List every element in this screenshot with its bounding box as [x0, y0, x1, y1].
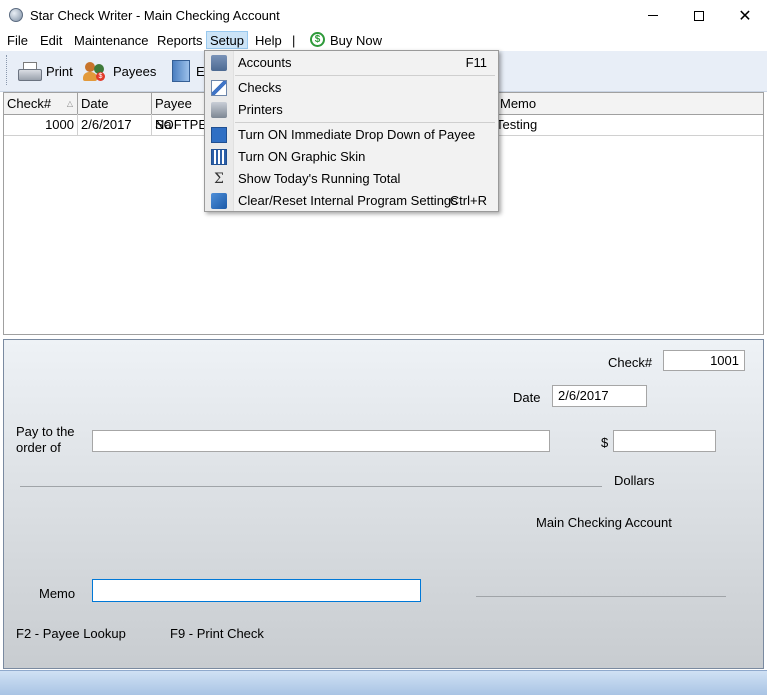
memo-label: Memo: [39, 586, 76, 601]
check-number-label: Check#: [608, 355, 653, 370]
pay-to-label-line1: Pay to the: [16, 424, 75, 439]
print-button[interactable]: Print: [18, 56, 73, 86]
menu-item-label: Clear/Reset Internal Program Settings: [238, 193, 458, 208]
column-header-label: Check#: [7, 96, 52, 111]
payees-label: Payees: [113, 63, 157, 79]
menu-file[interactable]: File: [7, 33, 28, 48]
menu-item-label: Turn ON Graphic Skin: [238, 149, 366, 164]
exit-door-icon: [172, 60, 190, 82]
menu-bar: File Edit Maintenance Reports Setup Help…: [0, 31, 767, 51]
menu-item-label: Show Today's Running Total: [238, 171, 401, 186]
maximize-button[interactable]: [676, 0, 722, 31]
menu-item-checks[interactable]: Checks: [205, 77, 498, 99]
written-amount-line: [20, 486, 602, 487]
column-header-check[interactable]: Check# △: [4, 93, 78, 114]
setup-menu-dropdown: Accounts F11 Checks Printers Turn ON Imm…: [204, 50, 499, 212]
menu-item-shortcut: Ctrl+R: [449, 193, 487, 208]
printer-icon: [18, 62, 42, 81]
menu-item-label: Turn ON Immediate Drop Down of Payee: [238, 127, 476, 142]
menu-item-label: Checks: [238, 80, 282, 95]
menu-separator: [235, 75, 495, 76]
menu-edit[interactable]: Edit: [40, 33, 62, 48]
minimize-button[interactable]: [630, 0, 676, 31]
print-check-hint: F9 - Print Check: [170, 626, 264, 641]
exit-button[interactable]: E: [172, 56, 205, 86]
menu-item-label: Accounts: [238, 55, 292, 70]
menu-separator: |: [292, 33, 296, 48]
menu-item-running-total[interactable]: Σ Show Today's Running Total: [205, 168, 498, 190]
date-label: Date: [513, 390, 541, 405]
accounts-icon: [211, 55, 227, 71]
close-button[interactable]: ✕: [722, 0, 767, 31]
sort-ascending-icon: △: [66, 99, 73, 108]
window-title: Star Check Writer - Main Checking Accoun…: [30, 8, 280, 23]
printers-icon: [211, 102, 227, 118]
amount-field[interactable]: [613, 430, 716, 452]
sigma-icon: Σ: [214, 171, 224, 187]
cell-payee: SOFTPED: [152, 114, 212, 135]
menu-item-printers[interactable]: Printers: [205, 99, 498, 121]
menu-item-reset-settings[interactable]: Clear/Reset Internal Program Settings Ct…: [205, 190, 498, 212]
memo-field[interactable]: [92, 579, 421, 602]
dollar-icon[interactable]: $: [310, 32, 325, 47]
menu-help[interactable]: Help: [255, 33, 282, 48]
title-bar: Star Check Writer - Main Checking Accoun…: [0, 0, 767, 31]
check-number-field[interactable]: 1001: [663, 350, 745, 371]
print-label: Print: [46, 63, 73, 79]
column-header-date[interactable]: Date: [78, 93, 152, 114]
app-icon[interactable]: [9, 8, 23, 22]
toolbar-grip[interactable]: [6, 55, 10, 85]
cell-date: 2/6/2017: [78, 114, 152, 135]
menu-item-graphic-skin[interactable]: Turn ON Graphic Skin: [205, 146, 498, 168]
payee-lookup-hint: F2 - Payee Lookup: [16, 626, 126, 641]
dollars-label: Dollars: [614, 473, 655, 488]
menu-maintenance[interactable]: Maintenance: [74, 33, 148, 48]
menu-reports[interactable]: Reports: [157, 33, 203, 48]
dollar-sign-label: $: [601, 435, 609, 450]
dropdown-icon: [211, 127, 227, 143]
signature-line: [476, 596, 726, 597]
payees-button[interactable]: $ Payees: [83, 56, 156, 86]
menu-setup[interactable]: Setup: [206, 31, 248, 49]
menu-item-shortcut: F11: [465, 55, 487, 70]
menu-buy-now[interactable]: Buy Now: [330, 33, 382, 48]
column-header-payee[interactable]: Payee Na: [152, 93, 212, 132]
maximize-icon: [694, 10, 704, 21]
menu-item-immediate-dropdown[interactable]: Turn ON Immediate Drop Down of Payee: [205, 124, 498, 146]
skin-icon: [211, 149, 227, 165]
status-bar: [0, 670, 767, 695]
reset-icon: [211, 193, 227, 209]
minimize-icon: [648, 15, 658, 16]
close-icon: ✕: [738, 7, 752, 25]
check-entry-panel: Check# 1001 Date 2/6/2017 Pay to the ord…: [3, 339, 764, 669]
checks-icon: [211, 80, 227, 96]
payee-field[interactable]: [92, 430, 550, 452]
cell-check: 1000: [4, 114, 78, 135]
pay-to-label-line2: order of: [16, 440, 61, 455]
date-field[interactable]: 2/6/2017: [552, 385, 647, 407]
payees-icon: $: [83, 60, 107, 82]
column-header-memo[interactable]: Memo: [497, 93, 763, 114]
menu-separator: [235, 122, 495, 123]
menu-item-accounts[interactable]: Accounts F11: [205, 52, 498, 74]
account-name: Main Checking Account: [536, 515, 672, 530]
cell-memo: Testing: [497, 117, 538, 132]
menu-item-label: Printers: [238, 102, 283, 117]
